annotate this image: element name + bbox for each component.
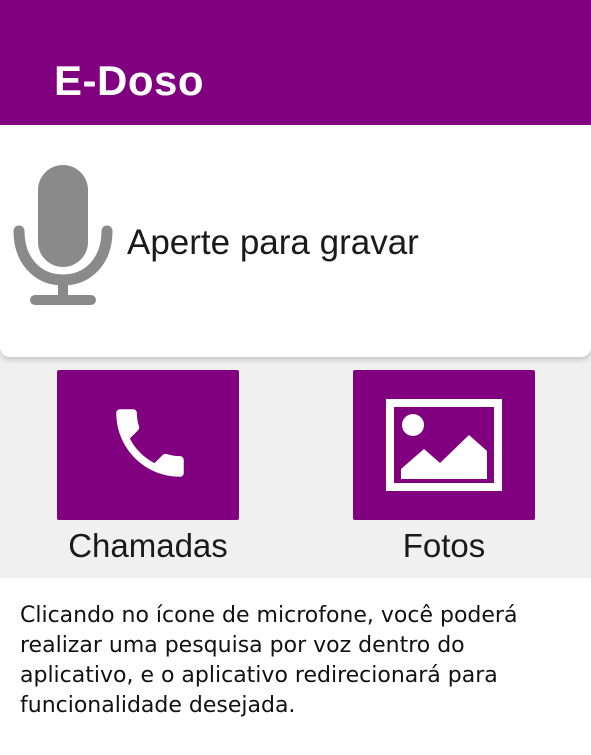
- app-bar: E-Doso: [0, 0, 591, 125]
- photos-button[interactable]: [353, 370, 535, 520]
- microphone-icon: [13, 165, 113, 305]
- photos-label: Fotos: [402, 527, 486, 564]
- record-label: Aperte para gravar: [127, 223, 419, 262]
- app-screen: E-Doso Aperte para gravar Chamadas Fotos: [0, 0, 591, 578]
- app-title: E-Doso: [54, 57, 204, 104]
- calls-label: Chamadas: [68, 527, 228, 564]
- calls-button[interactable]: [57, 370, 239, 520]
- description-text: Clicando no ícone de microfone, você pod…: [20, 603, 518, 718]
- record-voice-button[interactable]: Aperte para gravar: [0, 125, 591, 357]
- phone-icon: [116, 409, 184, 477]
- image-icon: [386, 399, 502, 491]
